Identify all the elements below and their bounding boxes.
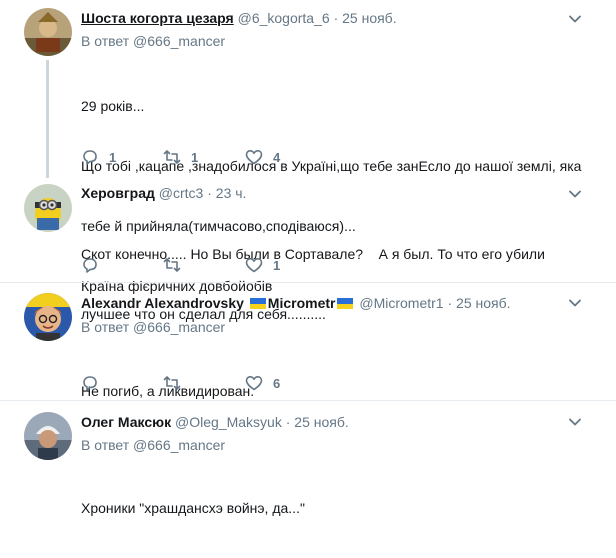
author-name[interactable]: Олег Максюк <box>81 414 171 430</box>
author-handle[interactable]: @Micrometr1 <box>359 295 443 311</box>
ukraine-flag-icon <box>249 298 266 309</box>
caret-down-icon[interactable] <box>568 187 582 201</box>
avatar[interactable] <box>24 184 72 232</box>
like-icon <box>245 150 263 165</box>
author-handle[interactable]: @crtc3 <box>159 185 204 201</box>
tweet-text: Хроники "храшдансхэ войнэ, да..." <box>81 458 305 558</box>
author-name[interactable]: Alexandr Alexandrovsky <box>81 295 244 311</box>
avatar[interactable] <box>24 293 72 341</box>
tweet-header: Олег Максюк @Oleg_Maksyuk · 25 нояб. <box>81 413 349 431</box>
tweet-4[interactable]: Олег Максюк @Oleg_Maksyuk · 25 нояб. В о… <box>0 401 616 516</box>
tweet-header: Шоста когорта цезаря @6_kogorta_6 · 25 н… <box>81 9 397 27</box>
reply-icon <box>83 376 97 391</box>
retweet-icon <box>163 150 181 164</box>
like-icon <box>245 376 263 391</box>
caret-down-icon[interactable] <box>568 296 582 310</box>
reply-button[interactable] <box>81 373 109 393</box>
avatar-image <box>24 184 72 232</box>
thread-line <box>46 60 49 178</box>
reply-mention[interactable]: @666_mancer <box>133 319 225 335</box>
timestamp[interactable]: 25 нояб. <box>294 414 348 430</box>
author-handle[interactable]: @Oleg_Maksyuk <box>175 414 282 430</box>
retweet-count: 1 <box>191 149 199 165</box>
like-count: 4 <box>273 149 281 165</box>
avatar-image <box>24 293 72 341</box>
reply-context: В ответ @666_mancer <box>81 436 225 454</box>
action-bar: 1 <box>81 255 341 275</box>
tweet-3[interactable]: Alexandr Alexandrovsky Micrometr @Microm… <box>0 283 616 401</box>
separator: · <box>447 295 453 311</box>
retweet-button[interactable]: 1 <box>163 147 198 167</box>
caret-down-icon[interactable] <box>568 12 582 26</box>
ukraine-flag-icon <box>337 298 354 309</box>
reply-context: В ответ @666_mancer <box>81 32 225 50</box>
author-name[interactable]: Херовград <box>81 185 155 201</box>
retweet-icon <box>163 258 181 272</box>
retweet-icon <box>163 376 181 390</box>
retweet-button[interactable] <box>163 255 191 275</box>
like-button[interactable]: 6 <box>245 373 280 393</box>
timestamp[interactable]: 25 нояб. <box>456 295 510 311</box>
timestamp[interactable]: 23 ч. <box>216 185 247 201</box>
avatar-image <box>24 412 72 460</box>
reply-mention[interactable]: @666_mancer <box>133 437 225 453</box>
reply-button[interactable] <box>81 255 109 275</box>
avatar-image <box>24 8 72 56</box>
reply-button[interactable]: 1 <box>81 147 116 167</box>
reply-prefix: В ответ <box>81 319 130 335</box>
tweet-1[interactable]: Шоста когорта цезаря @6_kogorta_6 · 25 н… <box>0 0 616 294</box>
like-icon <box>245 258 263 273</box>
action-bar: 6 <box>81 373 341 393</box>
reply-mention[interactable]: @666_mancer <box>133 33 225 49</box>
action-bar: 1 1 4 <box>81 147 341 167</box>
timestamp[interactable]: 25 нояб. <box>342 10 396 26</box>
tweet-header: Херовград @crtc3 · 23 ч. <box>81 184 246 202</box>
avatar[interactable] <box>24 8 72 56</box>
reply-count: 1 <box>109 149 117 165</box>
tweet-text-line: 29 років... <box>81 98 145 114</box>
tweet-header: Alexandr Alexandrovsky Micrometr @Microm… <box>81 294 511 312</box>
reply-prefix: В ответ <box>81 437 130 453</box>
tweet-text-line: Хроники "храшдансхэ войнэ, да..." <box>81 500 305 516</box>
separator: · <box>333 10 339 26</box>
author-name[interactable]: Шоста когорта цезаря <box>81 10 234 26</box>
avatar[interactable] <box>24 412 72 460</box>
like-count: 1 <box>273 257 281 273</box>
separator: · <box>285 414 291 430</box>
tweet-2[interactable]: Херовград @crtc3 · 23 ч. Скот конечно...… <box>0 176 616 322</box>
reply-icon <box>83 258 97 273</box>
separator: · <box>207 185 212 201</box>
author-handle[interactable]: @6_kogorta_6 <box>238 10 330 26</box>
like-count: 6 <box>273 375 281 391</box>
reply-icon <box>83 150 97 165</box>
reply-prefix: В ответ <box>81 33 130 49</box>
like-button[interactable]: 1 <box>245 255 280 275</box>
retweet-button[interactable] <box>163 373 191 393</box>
author-name-suffix[interactable]: Micrometr <box>268 295 336 311</box>
caret-down-icon[interactable] <box>568 415 582 429</box>
reply-context: В ответ @666_mancer <box>81 318 225 336</box>
like-button[interactable]: 4 <box>245 147 280 167</box>
